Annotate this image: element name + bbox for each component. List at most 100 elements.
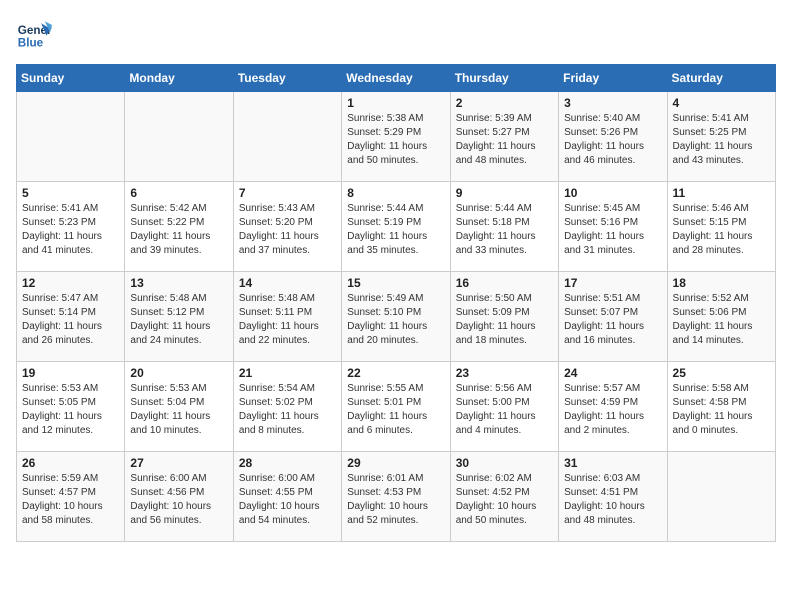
- day-info: Sunrise: 5:39 AMSunset: 5:27 PMDaylight:…: [456, 112, 553, 168]
- calendar-body: 1 Sunrise: 5:38 AMSunset: 5:29 PMDaylight…: [17, 92, 776, 542]
- calendar-cell: 27Sunrise: 6:00 AMSunset: 4:56 PMDayligh…: [125, 452, 233, 542]
- calendar-week-5: 26 Sunrise: 5:59 AMSunset: 4:57 PMDayligh…: [17, 452, 776, 542]
- day-info: Sunrise: 6:00 AMSunset: 4:56 PMDaylight:…: [130, 472, 227, 528]
- day-number: 10: [564, 186, 661, 200]
- calendar-week-3: 12 Sunrise: 5:47 AMSunset: 5:14 PMDayligh…: [17, 272, 776, 362]
- weekday-header-row: SundayMondayTuesdayWednesdayThursdayFrid…: [17, 65, 776, 92]
- calendar-week-1: 1 Sunrise: 5:38 AMSunset: 5:29 PMDaylight…: [17, 92, 776, 182]
- day-number: 11: [673, 186, 770, 200]
- day-number: 17: [564, 276, 661, 290]
- calendar-cell: 29Sunrise: 6:01 AMSunset: 4:53 PMDayligh…: [342, 452, 450, 542]
- day-number: 12: [22, 276, 119, 290]
- calendar-cell: 25 Sunrise: 5:58 AMSunset: 4:58 PMDayligh…: [667, 362, 775, 452]
- calendar-cell: [17, 92, 125, 182]
- day-number: 3: [564, 96, 661, 110]
- day-number: 18: [673, 276, 770, 290]
- day-info: Sunrise: 5:48 AMSunset: 5:12 PMDaylight:…: [130, 292, 227, 348]
- calendar-cell: 22 Sunrise: 5:55 AMSunset: 5:01 PMDayligh…: [342, 362, 450, 452]
- day-number: 30: [456, 456, 553, 470]
- weekday-header-sunday: Sunday: [17, 65, 125, 92]
- calendar-cell: 9 Sunrise: 5:44 AMSunset: 5:18 PMDaylight…: [450, 182, 558, 272]
- calendar-cell: 13 Sunrise: 5:48 AMSunset: 5:12 PMDayligh…: [125, 272, 233, 362]
- day-info: Sunrise: 5:48 AMSunset: 5:11 PMDaylight:…: [239, 292, 336, 348]
- calendar-cell: 30 Sunrise: 6:02 AMSunset: 4:52 PMDayligh…: [450, 452, 558, 542]
- day-number: 13: [130, 276, 227, 290]
- day-info: Sunrise: 5:51 AMSunset: 5:07 PMDaylight:…: [564, 292, 661, 348]
- day-info: Sunrise: 5:55 AMSunset: 5:01 PMDaylight:…: [347, 382, 444, 438]
- day-info: Sunrise: 5:38 AMSunset: 5:29 PMDaylight:…: [347, 112, 444, 168]
- day-number: 9: [456, 186, 553, 200]
- day-info: Sunrise: 5:44 AMSunset: 5:18 PMDaylight:…: [456, 202, 553, 258]
- day-info: Sunrise: 5:42 AMSunset: 5:22 PMDaylight:…: [130, 202, 227, 258]
- day-info: Sunrise: 5:45 AMSunset: 5:16 PMDaylight:…: [564, 202, 661, 258]
- logo: General Blue: [16, 16, 52, 52]
- calendar-cell: 24 Sunrise: 5:57 AMSunset: 4:59 PMDayligh…: [559, 362, 667, 452]
- day-number: 2: [456, 96, 553, 110]
- weekday-header-thursday: Thursday: [450, 65, 558, 92]
- day-number: 7: [239, 186, 336, 200]
- calendar-cell: 15 Sunrise: 5:49 AMSunset: 5:10 PMDayligh…: [342, 272, 450, 362]
- day-number: 15: [347, 276, 444, 290]
- day-number: 23: [456, 366, 553, 380]
- calendar-cell: 1 Sunrise: 5:38 AMSunset: 5:29 PMDaylight…: [342, 92, 450, 182]
- day-number: 1: [347, 96, 444, 110]
- day-number: 31: [564, 456, 661, 470]
- day-number: 6: [130, 186, 227, 200]
- day-info: Sunrise: 5:50 AMSunset: 5:09 PMDaylight:…: [456, 292, 553, 348]
- day-info: Sunrise: 5:49 AMSunset: 5:10 PMDaylight:…: [347, 292, 444, 348]
- day-info: Sunrise: 5:54 AMSunset: 5:02 PMDaylight:…: [239, 382, 336, 438]
- day-info: Sunrise: 5:41 AMSunset: 5:23 PMDaylight:…: [22, 202, 119, 258]
- calendar-cell: 8Sunrise: 5:44 AMSunset: 5:19 PMDaylight…: [342, 182, 450, 272]
- calendar-cell: 6 Sunrise: 5:42 AMSunset: 5:22 PMDaylight…: [125, 182, 233, 272]
- day-info: Sunrise: 5:59 AMSunset: 4:57 PMDaylight:…: [22, 472, 119, 528]
- day-number: 19: [22, 366, 119, 380]
- calendar-cell: 20Sunrise: 5:53 AMSunset: 5:04 PMDayligh…: [125, 362, 233, 452]
- day-info: Sunrise: 5:53 AMSunset: 5:05 PMDaylight:…: [22, 382, 119, 438]
- calendar-cell: [125, 92, 233, 182]
- calendar-cell: 2 Sunrise: 5:39 AMSunset: 5:27 PMDaylight…: [450, 92, 558, 182]
- calendar-cell: 26 Sunrise: 5:59 AMSunset: 4:57 PMDayligh…: [17, 452, 125, 542]
- day-number: 4: [673, 96, 770, 110]
- calendar-cell: 10 Sunrise: 5:45 AMSunset: 5:16 PMDayligh…: [559, 182, 667, 272]
- weekday-header-saturday: Saturday: [667, 65, 775, 92]
- weekday-header-friday: Friday: [559, 65, 667, 92]
- day-info: Sunrise: 5:47 AMSunset: 5:14 PMDaylight:…: [22, 292, 119, 348]
- day-info: Sunrise: 5:58 AMSunset: 4:58 PMDaylight:…: [673, 382, 770, 438]
- day-info: Sunrise: 5:41 AMSunset: 5:25 PMDaylight:…: [673, 112, 770, 168]
- calendar-table: SundayMondayTuesdayWednesdayThursdayFrid…: [16, 64, 776, 542]
- calendar-cell: 23 Sunrise: 5:56 AMSunset: 5:00 PMDayligh…: [450, 362, 558, 452]
- calendar-cell: 4 Sunrise: 5:41 AMSunset: 5:25 PMDaylight…: [667, 92, 775, 182]
- day-number: 14: [239, 276, 336, 290]
- day-info: Sunrise: 5:57 AMSunset: 4:59 PMDaylight:…: [564, 382, 661, 438]
- day-info: Sunrise: 5:56 AMSunset: 5:00 PMDaylight:…: [456, 382, 553, 438]
- day-number: 24: [564, 366, 661, 380]
- calendar-cell: 7 Sunrise: 5:43 AMSunset: 5:20 PMDaylight…: [233, 182, 341, 272]
- day-info: Sunrise: 6:02 AMSunset: 4:52 PMDaylight:…: [456, 472, 553, 528]
- day-number: 8: [347, 186, 444, 200]
- calendar-cell: 19 Sunrise: 5:53 AMSunset: 5:05 PMDayligh…: [17, 362, 125, 452]
- day-number: 21: [239, 366, 336, 380]
- day-info: Sunrise: 5:40 AMSunset: 5:26 PMDaylight:…: [564, 112, 661, 168]
- calendar-cell: 11 Sunrise: 5:46 AMSunset: 5:15 PMDayligh…: [667, 182, 775, 272]
- calendar-cell: 17 Sunrise: 5:51 AMSunset: 5:07 PMDayligh…: [559, 272, 667, 362]
- calendar-cell: 31 Sunrise: 6:03 AMSunset: 4:51 PMDayligh…: [559, 452, 667, 542]
- day-number: 26: [22, 456, 119, 470]
- calendar-cell: 5 Sunrise: 5:41 AMSunset: 5:23 PMDaylight…: [17, 182, 125, 272]
- calendar-cell: 21 Sunrise: 5:54 AMSunset: 5:02 PMDayligh…: [233, 362, 341, 452]
- calendar-cell: [233, 92, 341, 182]
- page-header: General Blue: [16, 16, 776, 52]
- calendar-week-4: 19 Sunrise: 5:53 AMSunset: 5:05 PMDayligh…: [17, 362, 776, 452]
- svg-text:Blue: Blue: [18, 37, 44, 50]
- day-info: Sunrise: 5:46 AMSunset: 5:15 PMDaylight:…: [673, 202, 770, 258]
- day-info: Sunrise: 5:43 AMSunset: 5:20 PMDaylight:…: [239, 202, 336, 258]
- calendar-cell: 3 Sunrise: 5:40 AMSunset: 5:26 PMDaylight…: [559, 92, 667, 182]
- calendar-cell: 14 Sunrise: 5:48 AMSunset: 5:11 PMDayligh…: [233, 272, 341, 362]
- weekday-header-monday: Monday: [125, 65, 233, 92]
- weekday-header-tuesday: Tuesday: [233, 65, 341, 92]
- day-number: 5: [22, 186, 119, 200]
- day-number: 22: [347, 366, 444, 380]
- day-number: 25: [673, 366, 770, 380]
- day-info: Sunrise: 6:03 AMSunset: 4:51 PMDaylight:…: [564, 472, 661, 528]
- calendar-cell: 28Sunrise: 6:00 AMSunset: 4:55 PMDayligh…: [233, 452, 341, 542]
- calendar-cell: [667, 452, 775, 542]
